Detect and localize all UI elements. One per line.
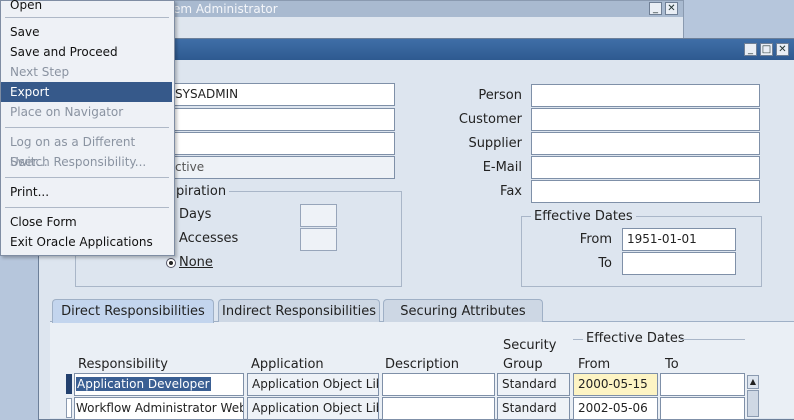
user-name-field[interactable]: SYSADMIN: [150, 83, 395, 106]
minimize-icon[interactable]: _: [744, 43, 757, 56]
close-icon[interactable]: ✕: [776, 43, 789, 56]
header-to: To: [665, 357, 679, 372]
menu-item-print[interactable]: Print...: [1, 182, 172, 202]
fax-field[interactable]: [531, 180, 760, 203]
menu-item-save[interactable]: Save: [1, 22, 172, 42]
days-option-label[interactable]: Days: [179, 207, 211, 222]
table-row-from[interactable]: 2000-05-15: [573, 373, 658, 396]
file-menu: Open Save Save and Proceed Next Step Exp…: [0, 0, 175, 256]
table-row-to[interactable]: [660, 373, 745, 396]
days-value-field[interactable]: [300, 204, 337, 227]
email-field[interactable]: [531, 156, 760, 179]
table-effective-dates-title: Effective Dates: [586, 331, 685, 346]
table-row-responsibility[interactable]: Application Developer: [74, 373, 244, 396]
tab-direct-responsibilities[interactable]: Direct Responsibilities: [52, 299, 214, 323]
tab-indirect-responsibilities[interactable]: Indirect Responsibilities: [218, 299, 380, 322]
menu-item-next-step[interactable]: Next Step: [1, 62, 172, 82]
supplier-field[interactable]: [531, 132, 760, 155]
none-option-label[interactable]: None: [179, 255, 213, 270]
current-row-indicator[interactable]: [66, 374, 72, 394]
table-row-description[interactable]: [382, 373, 495, 396]
header-security: Security: [503, 338, 557, 353]
none-radio[interactable]: [166, 258, 176, 268]
accesses-value-field[interactable]: [300, 228, 337, 251]
close-icon[interactable]: ✕: [665, 2, 678, 15]
menu-item-export[interactable]: Export: [1, 82, 172, 102]
from-label: From: [579, 232, 612, 247]
email-label: E-Mail: [482, 160, 522, 175]
menu-item-log-on-different-user[interactable]: Log on as a Different User...: [1, 132, 172, 169]
menu-item-exit-oracle-applications[interactable]: Exit Oracle Applications: [1, 232, 172, 252]
background-window-title: em Administrator: [173, 2, 278, 16]
description-field[interactable]: [150, 108, 395, 131]
person-label: Person: [478, 88, 522, 103]
accesses-option-label[interactable]: Accesses: [179, 231, 238, 246]
person-field[interactable]: [531, 84, 760, 107]
scroll-up-icon[interactable]: ▲: [747, 375, 759, 389]
status-field: ctive: [150, 156, 395, 179]
header-responsibility: Responsibility: [78, 357, 168, 372]
menu-separator: [5, 127, 169, 128]
menu-item-switch-responsibility[interactable]: Switch Responsibility...: [1, 152, 172, 172]
customer-label: Customer: [458, 112, 522, 127]
minimize-icon[interactable]: _: [649, 2, 662, 15]
supplier-label: Supplier: [468, 136, 522, 151]
responsibility-text: Application Developer: [76, 377, 211, 391]
to-date-field[interactable]: [622, 252, 736, 275]
header-application: Application: [251, 357, 324, 372]
menu-item-close-form[interactable]: Close Form: [1, 212, 172, 232]
menu-item-place-on-navigator[interactable]: Place on Navigator: [1, 102, 172, 122]
header-group: Group: [503, 357, 543, 372]
effective-dates-title: Effective Dates: [531, 209, 636, 224]
menu-separator: [5, 177, 169, 178]
menu-item-open[interactable]: Open: [1, 0, 172, 15]
table-row-security-group[interactable]: Standard: [497, 373, 570, 396]
tab-securing-attributes[interactable]: Securing Attributes: [383, 299, 543, 322]
row-indicator[interactable]: [66, 398, 72, 418]
divider: [573, 339, 583, 340]
table-scrollbar[interactable]: [747, 390, 759, 417]
table-row-application[interactable]: Application Object Lib: [247, 373, 379, 396]
header-description: Description: [385, 357, 460, 372]
from-date-field[interactable]: 1951-01-01: [622, 228, 736, 251]
password-expiration-title: piration: [173, 184, 230, 199]
maximize-icon[interactable]: □: [760, 43, 773, 56]
customer-field[interactable]: [531, 108, 760, 131]
password-field[interactable]: [150, 132, 395, 155]
fax-label: Fax: [500, 184, 522, 199]
menu-separator: [5, 17, 169, 18]
divider: [680, 339, 745, 340]
to-label: To: [598, 256, 612, 271]
header-from: From: [578, 357, 611, 372]
menu-separator: [5, 207, 169, 208]
menu-item-save-and-proceed[interactable]: Save and Proceed: [1, 42, 172, 62]
